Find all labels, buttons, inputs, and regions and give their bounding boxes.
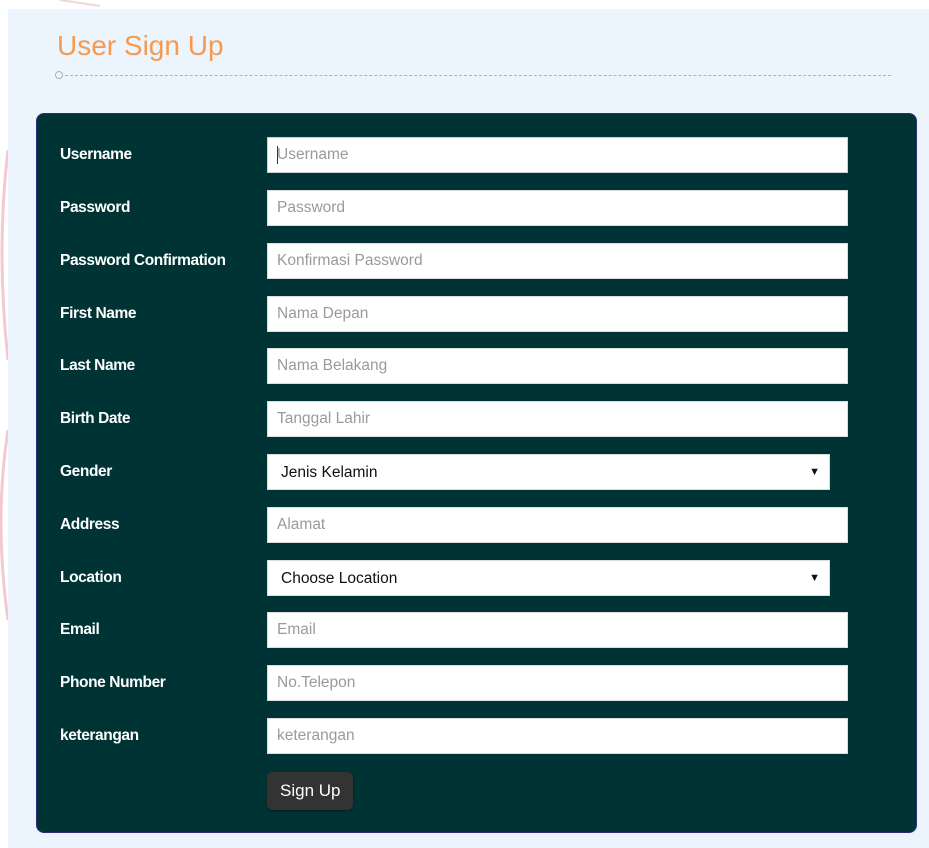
gender-label: Gender bbox=[60, 463, 112, 480]
signup-form: Username Password Password Confirmation … bbox=[36, 113, 917, 833]
username-label: Username bbox=[60, 146, 132, 163]
username-input[interactable] bbox=[267, 137, 848, 173]
sign-up-button[interactable]: Sign Up bbox=[267, 772, 354, 810]
form-row-phone-number: Phone Number bbox=[37, 665, 916, 701]
password-label: Password bbox=[60, 199, 131, 216]
form-row-birth-date: Birth Date bbox=[37, 401, 916, 437]
form-row-gender: Gender Jenis Kelamin ▼ bbox=[37, 454, 916, 490]
birth-date-label: Birth Date bbox=[60, 410, 131, 427]
gender-selected-value: Jenis Kelamin bbox=[281, 464, 378, 481]
title-divider bbox=[55, 70, 891, 82]
location-selected-value: Choose Location bbox=[281, 570, 398, 587]
location-select[interactable]: Choose Location ▼ bbox=[267, 560, 830, 596]
form-row-address: Address bbox=[37, 507, 916, 543]
form-row-username: Username bbox=[37, 137, 916, 173]
email-input[interactable] bbox=[267, 612, 848, 648]
gender-select[interactable]: Jenis Kelamin ▼ bbox=[267, 454, 830, 490]
first-name-input[interactable] bbox=[267, 296, 848, 332]
last-name-label: Last Name bbox=[60, 357, 135, 374]
text-cursor bbox=[277, 146, 278, 164]
keterangan-input[interactable] bbox=[267, 718, 848, 754]
first-name-label: First Name bbox=[60, 305, 137, 322]
divider-dot-icon bbox=[55, 71, 63, 79]
chevron-down-icon: ▼ bbox=[809, 572, 820, 584]
phone-number-label: Phone Number bbox=[60, 674, 166, 691]
form-row-keterangan: keterangan bbox=[37, 718, 916, 754]
email-label: Email bbox=[60, 621, 100, 638]
form-row-location: Location Choose Location ▼ bbox=[37, 560, 916, 596]
keterangan-label: keterangan bbox=[60, 727, 139, 744]
page-title: User Sign Up bbox=[57, 30, 224, 61]
password-input[interactable] bbox=[267, 190, 848, 226]
form-row-last-name: Last Name bbox=[37, 348, 916, 384]
password-confirmation-input[interactable] bbox=[267, 243, 848, 279]
form-row-password-confirmation: Password Confirmation bbox=[37, 243, 916, 279]
divider-line bbox=[65, 75, 891, 76]
location-label: Location bbox=[60, 569, 122, 586]
address-input[interactable] bbox=[267, 507, 848, 543]
form-row-email: Email bbox=[37, 612, 916, 648]
last-name-input[interactable] bbox=[267, 348, 848, 384]
address-label: Address bbox=[60, 516, 120, 533]
password-confirmation-label: Password Confirmation bbox=[60, 252, 226, 269]
birth-date-input[interactable] bbox=[267, 401, 848, 437]
chevron-down-icon: ▼ bbox=[809, 466, 820, 478]
phone-number-input[interactable] bbox=[267, 665, 848, 701]
form-row-first-name: First Name bbox=[37, 296, 916, 332]
page: User Sign Up Username Password Password … bbox=[0, 0, 929, 848]
form-row-password: Password bbox=[37, 190, 916, 226]
